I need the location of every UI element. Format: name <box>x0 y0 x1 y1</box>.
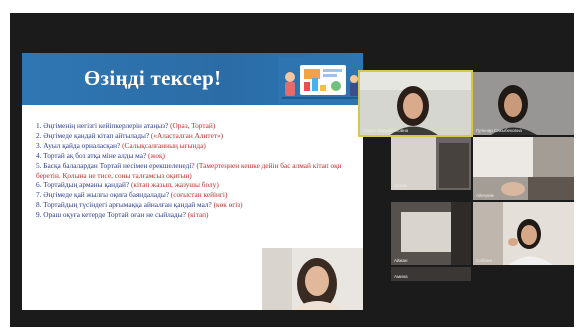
participant-tile[interactable]: Сарал Кадырбековна <box>358 70 473 137</box>
participant-tile[interactable]: Артем <box>391 137 471 190</box>
participant-tile[interactable]: Сабина <box>473 202 574 265</box>
participant-tile[interactable]: Айжан <box>391 202 471 265</box>
participant-avatar <box>473 202 574 265</box>
participant-avatar <box>473 72 574 135</box>
question-item: 1. Әңгіменің негізгі кейіпкерлерін атаңы… <box>36 121 216 130</box>
question-item: 2. Әңгімеде қандай кітап айтылады? («Ала… <box>36 130 224 140</box>
question-item: 6. Тортайдың арманы қандай? (кітап жазып… <box>36 180 219 190</box>
question-item: 8. Тортайдың түсіндегі арғымаққа айналға… <box>36 200 243 210</box>
question-item: 5. Басқа балалардан Тортай несімен ерекш… <box>36 160 342 180</box>
meeting-window: Өзіңді тексер! 1. Әңгіменің негізгі кейі… <box>10 13 574 327</box>
presenter-avatar <box>262 248 363 310</box>
participant-avatar <box>360 72 471 135</box>
question-item: 3. Ауыл қайда орналасқан? (Салықсалғанны… <box>36 140 206 150</box>
presentation-illustration-icon <box>278 57 362 103</box>
question-item: 9. Ораш оқуға кетерде Тортай оған не сый… <box>36 210 209 220</box>
participant-tile[interactable]: Гульнар Сакыбековна <box>473 72 574 135</box>
question-item: 4. Тортай ақ боз атқа міне алды ма? (жоқ… <box>36 150 165 160</box>
participant-tile[interactable]: Айгерим <box>473 137 574 200</box>
slide-header: Өзіңді тексер! <box>22 53 363 105</box>
slide-title: Өзіңді тексер! <box>84 66 222 90</box>
presenter-video[interactable] <box>262 248 363 310</box>
question-item: 7. Әңгімеде қай жылғы оқиға баяндалады? … <box>36 190 228 200</box>
participant-video <box>391 202 471 265</box>
participant-tile[interactable]: Амина <box>391 267 471 281</box>
top-cropped-text <box>0 0 579 12</box>
participant-video <box>473 137 574 200</box>
shared-slide[interactable]: Өзіңді тексер! 1. Әңгіменің негізгі кейі… <box>22 53 363 310</box>
question-list: 1. Әңгіменің негізгі кейіпкерлерін атаңы… <box>36 121 356 220</box>
